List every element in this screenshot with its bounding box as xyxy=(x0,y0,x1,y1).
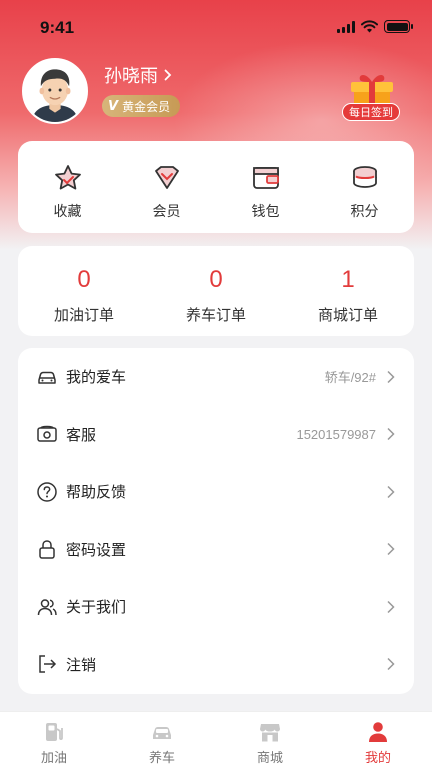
menu-item-customer-service[interactable]: 客服 15201579987 xyxy=(18,406,414,464)
logout-icon xyxy=(36,653,58,675)
avatar[interactable] xyxy=(22,58,88,124)
menu-item-value: 15201579987 xyxy=(296,426,376,442)
chevron-right-icon xyxy=(387,428,395,441)
menu-item-title: 注销 xyxy=(66,655,97,674)
daily-checkin-button[interactable]: 每日签到 xyxy=(342,103,400,121)
car-icon xyxy=(153,727,171,739)
tab-label: 养车 xyxy=(148,751,175,766)
order-count: 1 xyxy=(341,266,355,293)
tab-label: 加油 xyxy=(40,751,67,766)
order-label: 商城订单 xyxy=(317,306,378,324)
tab-fuel[interactable]: 加油 xyxy=(0,712,108,768)
wifi-icon xyxy=(361,20,378,33)
order-car-care[interactable]: 0 养车订单 xyxy=(150,246,282,336)
quick-action-favorites[interactable]: 收藏 xyxy=(18,141,117,233)
star-icon xyxy=(54,165,81,190)
cellular-signal-icon xyxy=(337,20,355,33)
quick-action-membership[interactable]: 会员 xyxy=(117,141,216,233)
username[interactable]: 孙晓雨 xyxy=(104,62,172,88)
bottom-tab-bar: 加油 养车 商城 我的 xyxy=(0,711,432,768)
tab-label: 我的 xyxy=(364,751,391,766)
status-time: 9:41 xyxy=(40,18,75,37)
status-icons xyxy=(337,20,413,33)
status-bar: 9:41 xyxy=(0,0,432,56)
member-badge[interactable]: V 黄金会员 xyxy=(102,95,181,117)
menu-item-my-car[interactable]: 我的爱车 轿车/92# xyxy=(18,348,414,406)
users-icon xyxy=(36,596,58,618)
menu-item-about-us[interactable]: 关于我们 xyxy=(18,578,414,636)
tab-label: 商城 xyxy=(256,751,283,766)
chevron-right-icon xyxy=(387,485,395,498)
order-count: 0 xyxy=(77,266,91,293)
member-level: 黄金会员 xyxy=(122,99,171,114)
profile-screen: 9:41 孙晓雨 V 黄金会员 每日签到 收藏 会员 钱包 积分 0 加油订单 … xyxy=(0,0,432,768)
tab-mine[interactable]: 我的 xyxy=(324,712,432,768)
menu-item-title: 我的爱车 xyxy=(66,368,127,387)
order-count: 0 xyxy=(209,266,223,293)
chevron-right-icon xyxy=(387,370,395,383)
menu-item-title: 关于我们 xyxy=(66,598,127,617)
tab-car-care[interactable]: 养车 xyxy=(108,712,216,768)
quick-action-points[interactable]: 积分 xyxy=(315,141,414,233)
tab-shop[interactable]: 商城 xyxy=(216,712,324,768)
menu-item-title: 帮助反馈 xyxy=(66,483,127,502)
chevron-right-icon xyxy=(164,69,172,81)
settings-menu: 我的爱车 轿车/92# 客服 15201579987 帮助反馈 密码设置 关于我… xyxy=(18,348,414,694)
car-icon xyxy=(36,366,58,388)
coins-icon xyxy=(352,166,377,188)
fuel-icon xyxy=(46,723,63,741)
battery-icon xyxy=(384,20,413,33)
order-label: 加油订单 xyxy=(53,306,114,324)
chevron-right-icon xyxy=(387,600,395,613)
menu-item-password[interactable]: 密码设置 xyxy=(18,521,414,579)
lock-icon xyxy=(36,538,58,560)
wallet-icon xyxy=(252,167,279,189)
menu-item-logout[interactable]: 注销 xyxy=(18,636,414,694)
chevron-right-icon xyxy=(387,658,395,671)
order-fuel[interactable]: 0 加油订单 xyxy=(18,246,150,336)
user-icon xyxy=(369,722,387,742)
quick-action-label: 会员 xyxy=(152,204,181,220)
quick-action-label: 钱包 xyxy=(251,204,280,220)
menu-item-help-feedback[interactable]: 帮助反馈 xyxy=(18,463,414,521)
orders-card: 0 加油订单 0 养车订单 1 商城订单 xyxy=(18,246,414,336)
quick-action-label: 积分 xyxy=(350,204,379,220)
menu-item-value: 轿车/92# xyxy=(324,370,376,386)
quick-action-wallet[interactable]: 钱包 xyxy=(216,141,315,233)
quick-actions-card: 收藏 会员 钱包 积分 xyxy=(18,141,414,233)
quick-action-label: 收藏 xyxy=(53,204,82,220)
vip-mark-icon: V xyxy=(108,98,119,114)
order-label: 养车订单 xyxy=(185,306,246,324)
chevron-right-icon xyxy=(387,543,395,556)
order-mall[interactable]: 1 商城订单 xyxy=(282,246,414,336)
avatar-illustration xyxy=(24,60,86,122)
shop-icon xyxy=(260,724,280,742)
menu-item-title: 客服 xyxy=(66,425,97,444)
help-icon xyxy=(36,481,58,503)
phone-icon xyxy=(36,423,58,445)
username-text: 孙晓雨 xyxy=(104,66,158,87)
menu-item-title: 密码设置 xyxy=(66,540,127,559)
diamond-icon xyxy=(154,166,179,189)
